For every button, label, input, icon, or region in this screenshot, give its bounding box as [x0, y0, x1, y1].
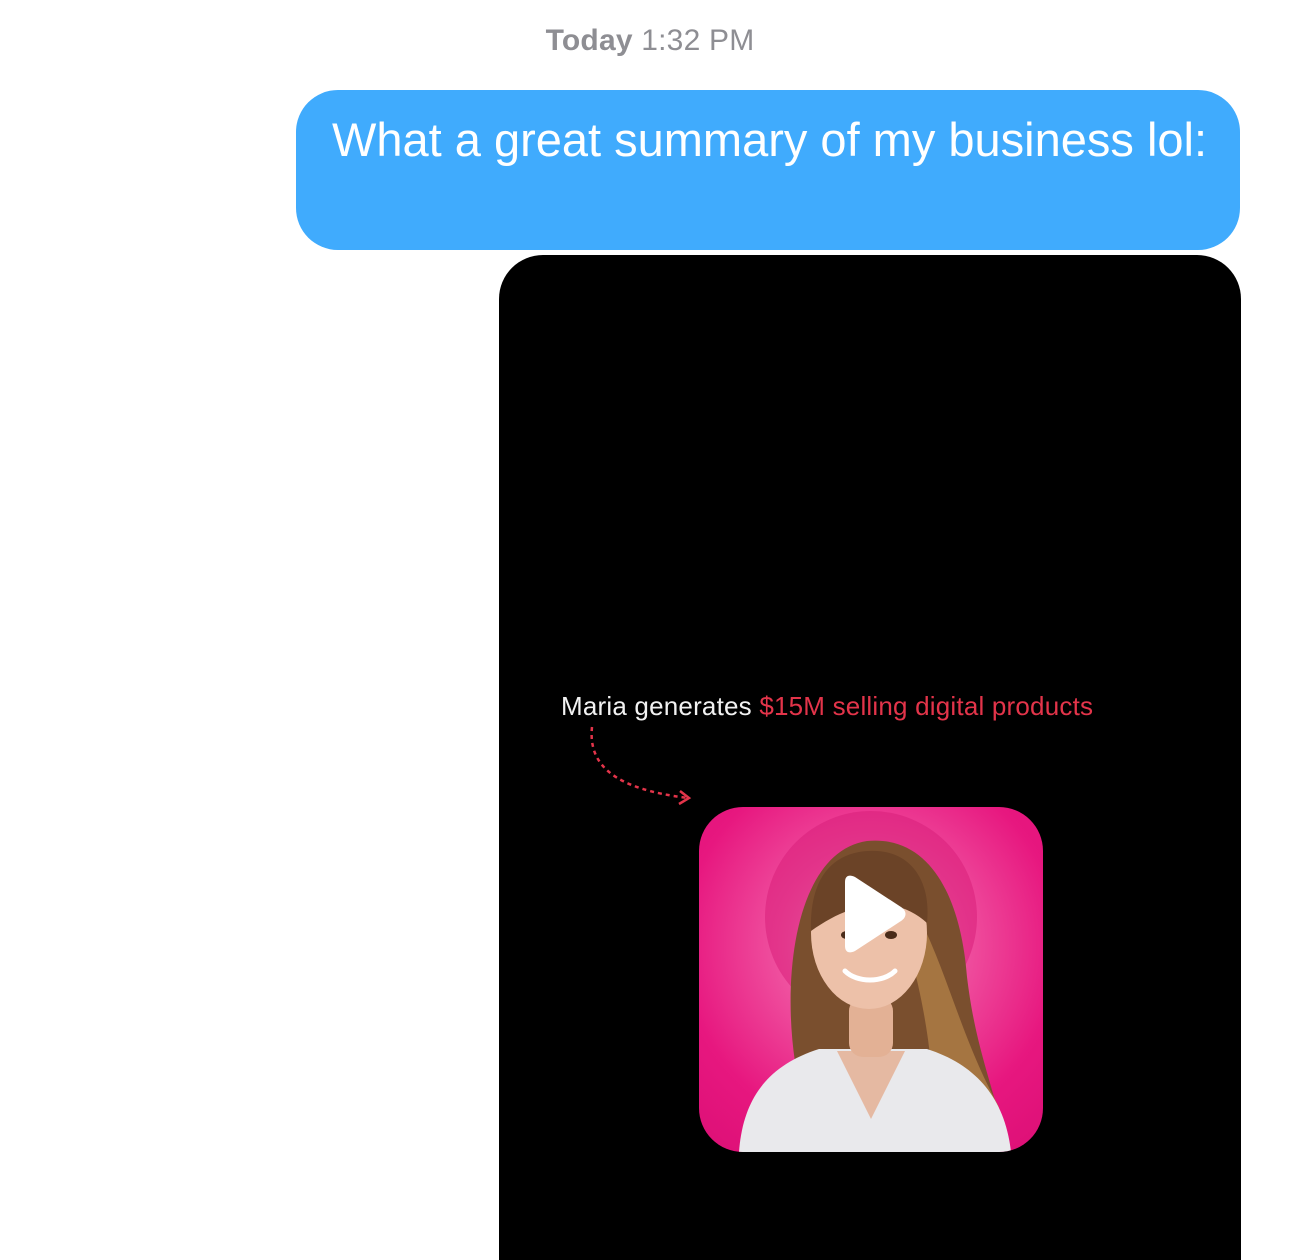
play-icon[interactable] — [831, 874, 911, 954]
caption-highlight: $15M selling digital products — [759, 691, 1094, 721]
video-attachment[interactable]: Maria generates $15M selling digital pro… — [499, 255, 1241, 1260]
dashed-arrow-icon — [590, 726, 692, 806]
portrait-image — [739, 811, 1011, 1152]
timestamp-time: 1:32 PM — [641, 24, 755, 57]
message-timestamp: Today 1:32 PM — [0, 24, 1300, 58]
outgoing-message-bubble[interactable]: What a great summary of my business lol: — [296, 90, 1240, 250]
messages-screen: Today 1:32 PM What a great summary of my… — [0, 0, 1300, 1260]
caption-lead: Maria generates — [561, 691, 752, 721]
timestamp-day: Today — [545, 24, 633, 57]
video-thumbnail[interactable] — [699, 807, 1043, 1152]
message-text: What a great summary of my business lol: — [332, 113, 1208, 166]
video-caption: Maria generates $15M selling digital pro… — [561, 691, 1093, 722]
